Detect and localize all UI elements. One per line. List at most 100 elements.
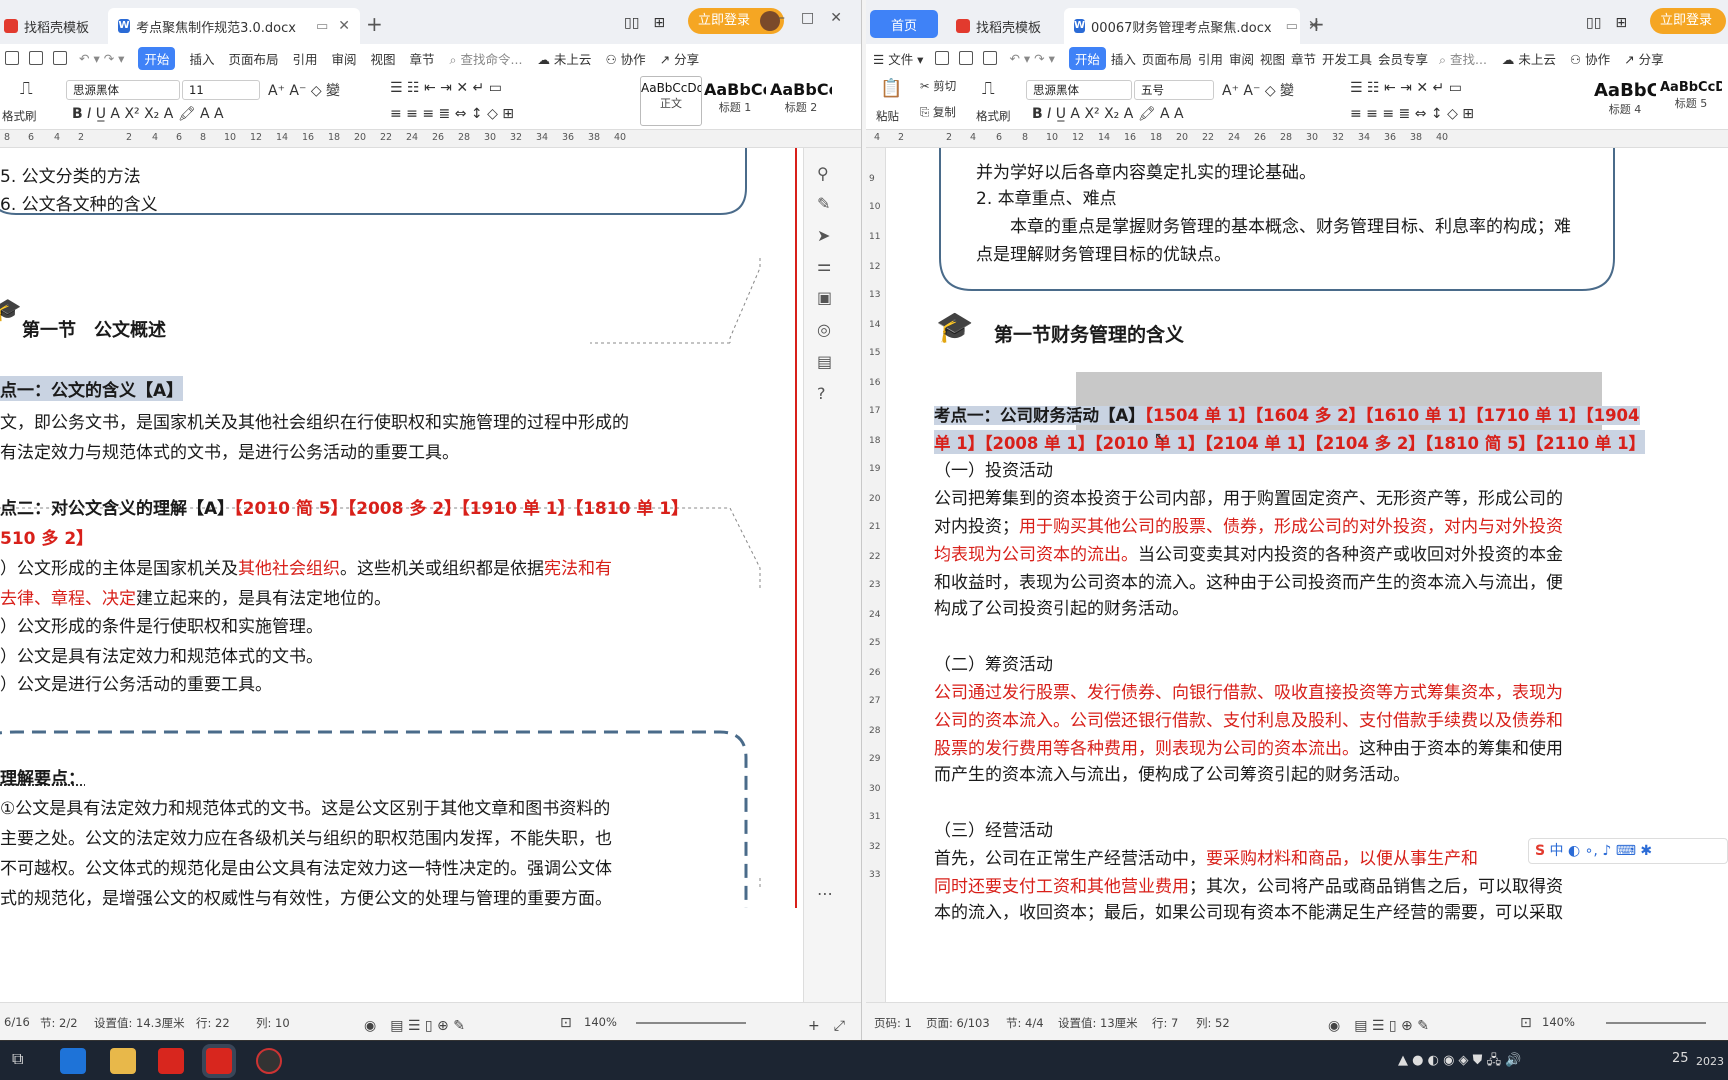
tab-doc-right[interactable]: W 00067财务管理考点聚焦.docx ▭ ✕	[1064, 8, 1320, 44]
search-icon[interactable]: ⌕ 查找命令...	[450, 49, 523, 68]
view-mode-icons[interactable]: ◉ ▤ ☰ ▯ ⊕ ✎	[1328, 1015, 1429, 1035]
book-icon[interactable]: ▤	[817, 352, 832, 371]
collab-button[interactable]: ⚇ 协作	[1570, 49, 1610, 68]
menu-reference[interactable]: 引用	[292, 49, 317, 68]
cut-button[interactable]: ✂ 剪切	[920, 78, 956, 94]
menu-review[interactable]: 审阅	[331, 49, 356, 68]
font-size-select[interactable]: 五号	[1134, 80, 1214, 100]
tab-daoke-template[interactable]: 找稻壳模板	[946, 8, 1056, 44]
format-painter-label[interactable]: 格式刷	[2, 108, 37, 124]
menu-member[interactable]: 会员专享	[1378, 49, 1428, 68]
menu-review[interactable]: 审阅	[1229, 49, 1254, 68]
collab-button[interactable]: ⚇ 协作	[605, 49, 645, 68]
tab-home[interactable]: 首页	[870, 10, 938, 38]
view-mode-icons[interactable]: ◉ ▤ ☰ ▯ ⊕ ✎	[364, 1015, 465, 1035]
recorder-icon[interactable]	[256, 1048, 282, 1074]
ime-tools-icons[interactable]: ◐ ∘, ♪ ⌨ ✱	[1568, 843, 1652, 859]
right-document-page[interactable]: 并为学好以后各章内容奠定扎实的理论基础。 2. 本章重点、难点 本章的重点是掌握…	[890, 148, 1728, 1002]
menu-file[interactable]: ☰ 文件 ▾	[873, 49, 923, 68]
menu-section[interactable]: 章节	[410, 49, 435, 68]
menu-layout[interactable]: 页面布局	[1142, 49, 1192, 68]
close-tab-icon[interactable]: ✕	[338, 18, 350, 34]
menu-insert[interactable]: 插入	[1111, 49, 1136, 68]
style-normal[interactable]: AaBbCcDd 正文	[640, 76, 702, 126]
left-document-page[interactable]: 5. 公文分类的方法 6. 公文各文种的含义 🎓 第一节 公文概述 点一：公文的…	[0, 148, 800, 1002]
edge-icon[interactable]	[60, 1048, 86, 1074]
menu-reference[interactable]: 引用	[1198, 49, 1223, 68]
tab-float-icon[interactable]: ▭	[1286, 19, 1298, 34]
font-grow-shrink-icons[interactable]: A⁺ A⁻ ◇ 變	[1222, 80, 1294, 100]
fit-icon[interactable]: ⊡	[560, 1015, 572, 1031]
cursor-icon[interactable]: ➤	[817, 226, 830, 245]
print-icon[interactable]	[983, 51, 998, 65]
rocket-icon[interactable]: ⚲	[817, 164, 829, 183]
paste-label[interactable]: 粘贴	[876, 108, 899, 124]
window-controls[interactable]: –□✕	[778, 10, 858, 26]
menu-view[interactable]: 视图	[1260, 49, 1285, 68]
task-view-icon[interactable]: ⧉	[12, 1049, 23, 1069]
cloud-status[interactable]: ☁ 未上云	[537, 49, 591, 68]
menu-devtools[interactable]: 开发工具	[1322, 49, 1372, 68]
style-heading2[interactable]: AaBbCc A标题 2	[770, 76, 832, 126]
target-icon[interactable]: ◎	[817, 320, 831, 339]
font-grow-shrink-icons[interactable]: A⁺ A⁻ ◇ 變	[268, 80, 340, 100]
search-icon[interactable]: ⌕ 查找...	[1439, 49, 1487, 68]
pen-icon[interactable]: ✎	[817, 194, 830, 213]
format-painter-label[interactable]: 格式刷	[976, 108, 1011, 124]
undo-icon[interactable]: ↶ ▾ ↷ ▾	[79, 51, 124, 66]
help-icon[interactable]: ?	[817, 384, 826, 403]
zoom-level[interactable]: 140%	[1542, 1015, 1575, 1029]
more-icon[interactable]: ⋯	[817, 884, 833, 903]
font-family-select[interactable]: 思源黑体	[66, 80, 180, 100]
font-family-select[interactable]: 思源黑体	[1026, 80, 1132, 100]
save-icon[interactable]	[5, 51, 19, 65]
image-icon[interactable]: ▣	[817, 288, 832, 307]
undo-icon[interactable]: ↶ ▾ ↷ ▾	[1009, 51, 1054, 66]
format-painter-icon[interactable]: ⎍	[982, 78, 995, 99]
save-icon[interactable]	[935, 51, 950, 65]
clock[interactable]: 2023	[1696, 1055, 1724, 1068]
menu-home[interactable]: 开始	[138, 46, 176, 70]
zoom-slider[interactable]	[1606, 1022, 1706, 1024]
format-text-icons[interactable]: B I U̲ A X² X₂ A 🖍 A A	[1032, 106, 1184, 122]
login-button[interactable]: 立即登录	[688, 8, 785, 34]
fit-icon[interactable]: ⊡	[1520, 1015, 1532, 1031]
file-explorer-icon[interactable]	[110, 1048, 136, 1074]
share-button[interactable]: ↗ 分享	[1624, 49, 1663, 68]
style-heading1[interactable]: AaBbCcI标题 1	[704, 76, 766, 126]
print-icon[interactable]	[53, 51, 67, 65]
system-tray-icons[interactable]: ▲ ● ◐ ◉ ◈ ⛊ 🖧 🔊	[1398, 1051, 1521, 1073]
style-heading4[interactable]: AaBbC 标题 4	[1594, 76, 1656, 126]
share-button[interactable]: ↗ 分享	[660, 49, 699, 68]
zoom-slider[interactable]	[636, 1022, 746, 1024]
wps-icon[interactable]	[158, 1048, 184, 1074]
cloud-status[interactable]: ☁ 未上云	[1502, 49, 1556, 68]
export-icon[interactable]	[959, 51, 974, 65]
menu-section[interactable]: 章节	[1291, 49, 1316, 68]
login-button[interactable]: 立即登录	[1650, 8, 1727, 34]
align-icons[interactable]: ≡ ≡ ≡ ≣ ⇔ ↕ ◇ ⊞	[390, 106, 514, 122]
layout-icon[interactable]: ▯▯ ⊞	[1586, 12, 1627, 32]
paste-icon[interactable]: 📋	[880, 78, 902, 99]
sliders-icon[interactable]: ⚌	[817, 256, 831, 275]
zoom-in-icon[interactable]: + ⤢	[808, 1015, 845, 1035]
new-tab-button[interactable]: +	[366, 12, 383, 36]
menu-home[interactable]: 开始	[1068, 46, 1106, 70]
menu-view[interactable]: 视图	[371, 49, 396, 68]
align-icons[interactable]: ≡ ≡ ≡ ≣ ⇔ ↕ ◇ ⊞	[1350, 106, 1474, 122]
format-text-icons[interactable]: B I U̲ A X² X₂ A 🖍 A A	[72, 106, 224, 122]
ime-toolbar[interactable]: S 中 ◐ ∘, ♪ ⌨ ✱	[1528, 838, 1728, 864]
tab-float-icon[interactable]: ▭	[316, 19, 328, 34]
tab-doc-left[interactable]: W 考点聚焦制作规范3.0.docx ▭ ✕	[108, 8, 360, 44]
new-tab-button[interactable]: +	[1308, 12, 1325, 36]
layout-icon[interactable]: ▯▯ ⊞	[624, 12, 665, 32]
zoom-level[interactable]: 140%	[584, 1015, 617, 1029]
list-icons[interactable]: ☰ ☷ ⇤ ⇥ ✕ ↵ ▭	[1350, 80, 1462, 96]
menu-layout[interactable]: 页面布局	[228, 49, 278, 68]
copy-button[interactable]: ⎘ 复制	[920, 104, 956, 120]
wps-active-icon[interactable]	[206, 1048, 232, 1074]
menu-insert[interactable]: 插入	[189, 49, 214, 68]
font-size-select[interactable]: 11	[182, 80, 260, 100]
style-heading5[interactable]: AaBbCcD 标题 5	[1660, 76, 1722, 126]
format-painter-icon[interactable]: ⎍	[20, 78, 33, 99]
